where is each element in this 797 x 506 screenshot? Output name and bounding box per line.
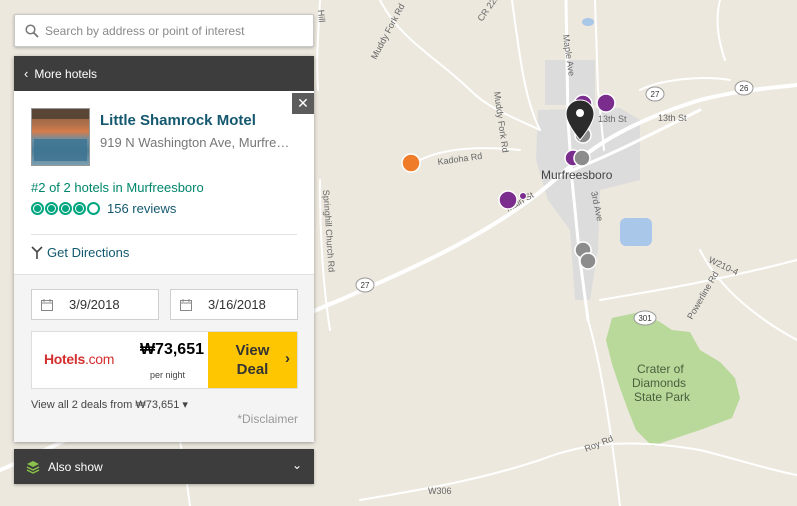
svg-text:27: 27 [651,90,660,99]
reviews-link[interactable]: 156 reviews [107,201,176,216]
road-label-13th-1: 13th St [598,114,627,124]
hotel-address: 919 N Washington Ave, Murfreesboro [100,135,296,150]
svg-text:301: 301 [638,314,652,323]
chevron-down-icon: ⌄ [291,458,302,472]
hotel-details-panel: ‹ More hotels ✕ Little Shamrock Motel 91… [14,56,314,442]
road-label-w306: W306 [428,486,452,496]
deal-price: ₩73,651 [139,341,204,358]
park-label-line-1: Crater of [637,362,684,376]
shield-26: 26 [734,80,754,96]
divider [31,234,297,235]
hotel-photo[interactable] [31,108,90,166]
search-bar[interactable] [14,14,314,47]
checkout-date-field[interactable]: 3/16/2018 [170,289,298,320]
rating-row[interactable]: 156 reviews [31,201,176,216]
provider-logo: Hotels.com [44,351,115,367]
road-label-13th-2: 13th St [658,113,687,123]
calendar-icon [180,298,192,311]
svg-text:26: 26 [740,84,749,93]
hotel-pin [573,149,591,167]
also-show-button[interactable]: Also show ⌄ [14,449,314,484]
deal-card[interactable]: Hotels.com ₩73,651 per night View Deal › [31,331,298,389]
search-input[interactable] [45,23,305,38]
rating-bubble [73,202,86,215]
park-label-line-3: State Park [634,390,691,404]
directions-icon [31,245,43,259]
shield-301: 301 [633,310,657,326]
restaurant-pin [596,93,616,113]
city-label-murfreesboro: Murfreesboro [541,168,613,182]
checkin-date-field[interactable]: 3/9/2018 [31,289,159,320]
attraction-pin[interactable] [401,153,421,173]
hotel-rank-link[interactable]: #2 of 2 hotels in Murfreesboro [31,180,204,195]
chevron-right-icon: › [285,350,290,367]
water-body-small [582,18,594,26]
water-body [620,218,652,246]
disclaimer-link[interactable]: *Disclaimer [237,412,298,426]
hotel-pin [579,252,597,270]
more-hotels-label: More hotels [34,66,98,81]
view-all-deals-link[interactable]: View all 2 deals from ₩73,651 ▾ [31,398,188,411]
view-deal-label: View Deal [235,342,270,378]
rating-bubble [31,202,44,215]
road-label-hill: Hill [316,9,327,22]
park-label-line-2: Diamonds [632,376,686,390]
rating-bubble [59,202,72,215]
also-show-label: Also show [48,459,103,474]
search-icon [25,23,39,38]
view-deal-button[interactable]: View Deal › [208,332,297,388]
svg-text:27: 27 [361,281,370,290]
hotel-name-link[interactable]: Little Shamrock Motel [100,112,256,129]
checkout-date-value: 3/16/2018 [208,297,266,312]
shield-27-top: 27 [645,86,665,102]
get-directions-label: Get Directions [47,245,130,260]
restaurant-pin-small [519,192,527,200]
shield-27-mid: 27 [355,277,375,293]
close-button[interactable]: ✕ [292,93,314,114]
calendar-icon [41,298,53,311]
booking-section: 3/9/2018 3/16/2018 Hotels.com ₩73,651 pe… [14,274,314,442]
restaurant-pin [498,190,518,210]
rating-bubble [87,202,100,215]
chevron-left-icon: ‹ [24,66,29,81]
get-directions-link[interactable]: Get Directions [31,245,129,260]
layers-icon [26,460,40,474]
checkin-date-value: 3/9/2018 [69,297,120,312]
rating-bubble [45,202,58,215]
more-hotels-button[interactable]: ‹ More hotels [14,56,314,91]
per-night-label: per night [150,370,186,380]
